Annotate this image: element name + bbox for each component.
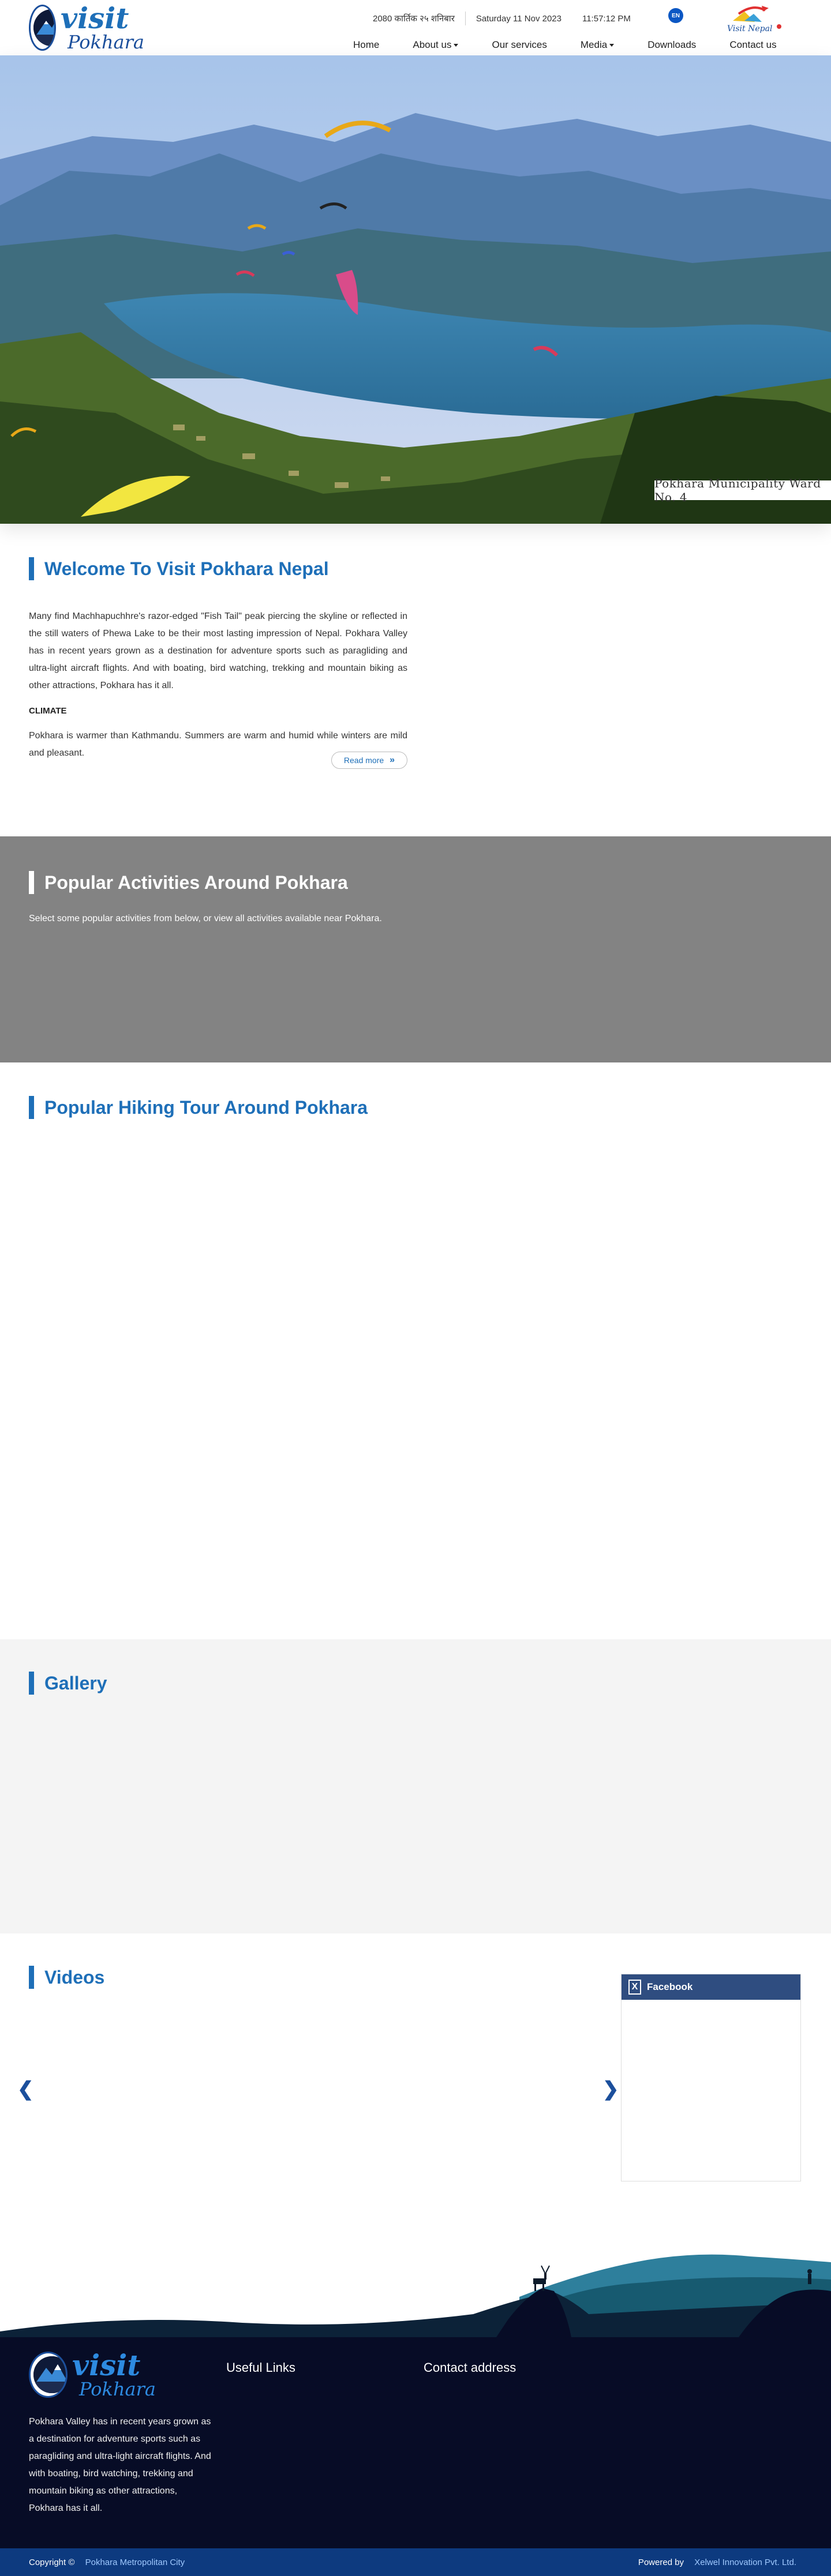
nav-services-label: Our services	[492, 39, 547, 50]
title-accent-bar	[29, 1966, 34, 1989]
logo-text-pokhara: Pokhara	[68, 31, 144, 53]
nav-downloads[interactable]: Downloads	[647, 39, 696, 51]
caret-down-icon	[454, 44, 459, 47]
nav-downloads-label: Downloads	[647, 39, 697, 50]
hiker-silhouette-icon	[807, 2269, 812, 2284]
title-accent-bar	[29, 1096, 34, 1119]
site-header: visit Pokhara 2080 कार्तिक २५ शनिबार Sat…	[0, 0, 831, 55]
caret-down-icon	[609, 44, 615, 47]
nav-home[interactable]: Home	[353, 39, 379, 51]
visit-nepal-text: Visit Nepal	[727, 24, 772, 33]
activities-title-text: Popular Activities Around Pokhara	[44, 872, 348, 893]
footer-logo-text-pokhara: Pokhara	[79, 2378, 156, 2400]
main-nav: Home About us Our services Media Downloa…	[353, 39, 777, 51]
activities-section: Popular Activities Around Pokhara Select…	[0, 836, 831, 1062]
gallery-title: Gallery	[29, 1672, 831, 1695]
hero-banner: Pokhara Municipality Ward No. 4	[0, 55, 831, 524]
english-date: Saturday 11 Nov 2023	[476, 13, 562, 24]
welcome-section: Welcome To Visit Pokhara Nepal Many find…	[0, 524, 831, 836]
language-toggle-button[interactable]: EN	[668, 8, 683, 23]
carousel-prev-button[interactable]: ❮	[17, 2078, 34, 2101]
useful-links-title: Useful Links	[226, 2360, 295, 2375]
climate-heading: CLIMATE	[29, 706, 67, 716]
welcome-title-text: Welcome To Visit Pokhara Nepal	[44, 558, 329, 579]
videos-title-text: Videos	[44, 1966, 105, 1988]
clock-time: 11:57:12 PM	[582, 13, 631, 24]
title-accent-bar	[29, 557, 34, 580]
site-footer: visit Pokhara Pokhara Valley has in rece…	[0, 2337, 831, 2548]
hero-caption: Pokhara Municipality Ward No. 4	[654, 476, 831, 504]
copyright-prefix: Copyright ©	[29, 2557, 75, 2567]
facebook-icon: X	[628, 1980, 641, 1995]
facebook-header: X Facebook	[622, 1974, 800, 2000]
activities-title: Popular Activities Around Pokhara	[29, 871, 831, 894]
footer-mountain-silhouette	[0, 2228, 831, 2337]
nav-media-label: Media	[580, 39, 608, 50]
copyright-link[interactable]: Pokhara Metropolitan City	[85, 2558, 185, 2567]
nav-contact-us[interactable]: Contact us	[729, 39, 776, 51]
hiking-title-text: Popular Hiking Tour Around Pokhara	[44, 1097, 368, 1118]
footer-logo-text-visit: visit	[72, 2348, 141, 2382]
nav-home-label: Home	[353, 39, 380, 50]
powered-prefix: Powered by	[638, 2557, 684, 2567]
nav-our-services[interactable]: Our services	[492, 39, 546, 51]
gallery-section: Gallery	[0, 1639, 831, 1933]
logo-emblem	[29, 5, 57, 51]
powered-by-link[interactable]: Xelwel Innovation Pvt. Ltd.	[694, 2558, 796, 2567]
nav-about-us[interactable]: About us	[413, 39, 459, 51]
logo-text-visit: visit	[61, 1, 129, 35]
footer-logo-emblem	[29, 2352, 68, 2398]
footer-logo[interactable]: visit Pokhara	[29, 2349, 156, 2401]
date-time-bar: 2080 कार्तिक २५ शनिबार Saturday 11 Nov 2…	[362, 12, 641, 25]
carousel-next-button[interactable]: ❯	[602, 2078, 619, 2101]
contact-address-title: Contact address	[424, 2360, 516, 2375]
hiking-section: Popular Hiking Tour Around Pokhara	[0, 1062, 831, 1639]
visit-nepal-logo[interactable]: Visit Nepal	[721, 5, 785, 39]
hero-image	[0, 55, 831, 524]
facebook-widget[interactable]: X Facebook	[621, 1974, 801, 2181]
double-chevron-right-icon: »	[390, 755, 395, 765]
facebook-label: Facebook	[647, 1981, 693, 1992]
footer-description: Pokhara Valley has in recent years grown…	[29, 2417, 211, 2513]
activities-subtitle: Select some popular activities from belo…	[29, 914, 382, 923]
nav-contact-label: Contact us	[729, 39, 777, 50]
nepali-date: 2080 कार्तिक २५ शनिबार	[373, 14, 455, 24]
copyright-bar: Copyright © Pokhara Metropolitan City Po…	[0, 2548, 831, 2576]
hiking-title: Popular Hiking Tour Around Pokhara	[29, 1096, 831, 1119]
title-accent-bar	[29, 871, 34, 894]
title-accent-bar	[29, 1672, 34, 1695]
site-logo[interactable]: visit Pokhara	[29, 3, 144, 52]
nav-about-label: About us	[413, 39, 452, 50]
videos-section: Videos ❮ ❯ X Facebook	[0, 1933, 831, 2228]
welcome-title: Welcome To Visit Pokhara Nepal	[29, 557, 831, 580]
read-more-label: Read more	[343, 756, 384, 765]
read-more-button[interactable]: Read more »	[331, 752, 407, 769]
nav-media[interactable]: Media	[580, 39, 615, 51]
gallery-title-text: Gallery	[44, 1672, 107, 1693]
welcome-paragraph: Many find Machhapuchhre's razor-edged "F…	[29, 611, 407, 690]
